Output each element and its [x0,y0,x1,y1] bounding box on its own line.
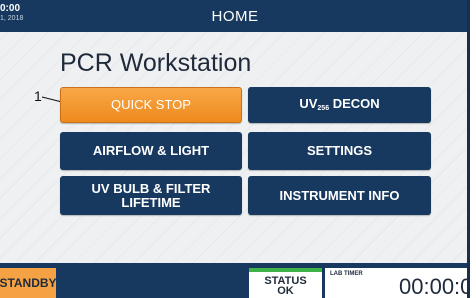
quick-stop-label: QUICK STOP [111,97,191,112]
standby-button[interactable]: STANDBY [0,268,57,298]
uv-bulb-filter-label-line1: UV BULB & FILTER [91,180,211,196]
status-indicator: STATUS OK [249,268,322,298]
touch-screen: 0:00 1, 2018 HOME PCR Workstation 1 QUIC… [0,0,470,298]
airflow-light-label: AIRFLOW & LIGHT [92,143,210,158]
instrument-info-button[interactable]: INSTRUMENT INFO [248,176,431,215]
airflow-light-button[interactable]: AIRFLOW & LIGHT [60,132,242,170]
header-bar: 0:00 1, 2018 HOME [0,0,467,32]
lab-timer-value: 00:00:00 [399,274,467,298]
page-title: PCR Workstation [60,49,252,77]
lab-timer-label: LAB TIMER [330,271,363,277]
status-value: OK [277,285,294,297]
uv-decon-button[interactable]: UV256 DECON [248,87,431,123]
lab-timer[interactable]: LAB TIMER 00:00:00 [325,268,467,298]
settings-label: SETTINGS [306,143,372,158]
instrument-info-label: INSTRUMENT INFO [279,187,400,203]
uv-bulb-filter-label-line2: LIFETIME [121,194,181,210]
uv-bulb-filter-lifetime-button[interactable]: UV BULB & FILTER LIFETIME [60,176,242,215]
quick-stop-button[interactable]: QUICK STOP [60,87,242,123]
device-frame: 0:00 1, 2018 HOME PCR Workstation 1 QUIC… [0,0,476,298]
uv-decon-label: UV256 DECON [299,95,380,112]
header-title: HOME [211,8,259,25]
standby-label: STANDBY [0,276,57,290]
settings-button[interactable]: SETTINGS [248,132,431,170]
uv-decon-wavelength: 256 [317,104,330,112]
